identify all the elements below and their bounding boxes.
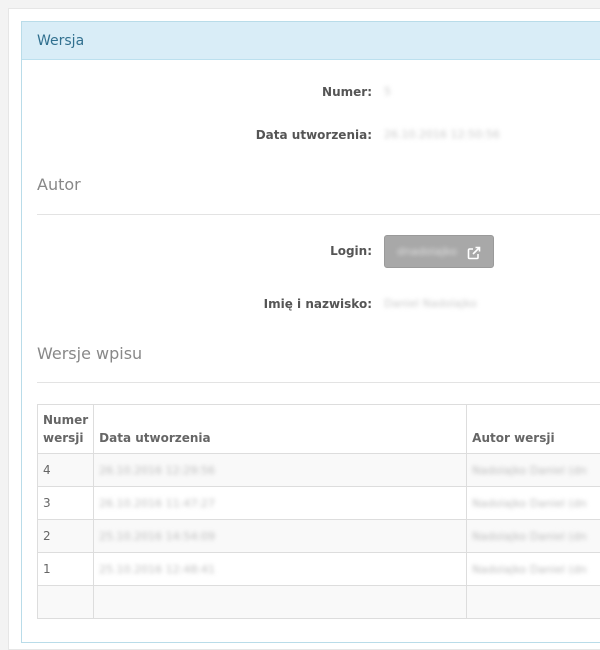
version-panel: Wersja Numer: 5 Data utworzenia: 26.10.2… (21, 21, 600, 643)
row-created-date (94, 586, 467, 619)
fullname-value: Daniel Nadolajko (384, 294, 477, 314)
header-created-date[interactable]: Data utworzenia (94, 405, 467, 454)
login-button[interactable]: dnadolajko (384, 235, 494, 268)
versions-table: Numer wersji Data utworzenia Autor wersj… (37, 404, 600, 619)
row-version-number: 2 (38, 520, 94, 553)
row-author: Nadolajko Daniel (dn (467, 553, 600, 586)
table-row[interactable]: 4 26.10.2016 12:29:56 Nadolajko Daniel (… (38, 454, 600, 487)
external-link-icon (467, 245, 481, 259)
table-row[interactable]: 3 26.10.2016 11:47:27 Nadolajko Daniel (… (38, 487, 600, 520)
row-author: Nadolajko Daniel (dn (467, 454, 600, 487)
table-header-row: Numer wersji Data utworzenia Autor wersj… (38, 405, 600, 454)
row-author: Nadolajko Daniel (dn (467, 487, 600, 520)
table-row[interactable]: 1 25.10.2016 12:48:41 Nadolajko Daniel (… (38, 553, 600, 586)
created-date-label: Data utworzenia: (256, 125, 372, 145)
login-row: Login: (22, 241, 600, 261)
table-row[interactable]: 2 25.10.2016 14:54:09 Nadolajko Daniel (… (38, 520, 600, 553)
panel-title: Wersja (22, 22, 600, 60)
row-author: Nadolajko Daniel (dn (467, 520, 600, 553)
entry-versions-divider (37, 382, 600, 383)
entry-versions-section-title: Wersje wpisu (37, 344, 142, 363)
version-number-row: Numer: 5 (22, 82, 600, 102)
table-row[interactable] (38, 586, 600, 619)
row-created-date: 25.10.2016 14:54:09 (94, 520, 467, 553)
row-version-number: 3 (38, 487, 94, 520)
row-created-date: 26.10.2016 12:29:56 (94, 454, 467, 487)
author-section-title: Autor (37, 175, 81, 194)
login-label: Login: (330, 241, 372, 261)
login-button-text: dnadolajko (397, 245, 457, 258)
created-date-value: 26.10.2016 12:50:56 (384, 125, 500, 145)
row-created-date: 25.10.2016 12:48:41 (94, 553, 467, 586)
author-divider (37, 214, 600, 215)
fullname-row: Imię i nazwisko: Daniel Nadolajko (22, 294, 600, 314)
row-created-date: 26.10.2016 11:47:27 (94, 487, 467, 520)
row-version-number (38, 586, 94, 619)
row-version-number: 1 (38, 553, 94, 586)
version-number-value: 5 (384, 82, 391, 102)
row-version-number: 4 (38, 454, 94, 487)
row-author (467, 586, 600, 619)
header-version-number[interactable]: Numer wersji (38, 405, 94, 454)
version-number-label: Numer: (322, 82, 372, 102)
header-version-author[interactable]: Autor wersji (467, 405, 600, 454)
created-date-row: Data utworzenia: 26.10.2016 12:50:56 (22, 125, 600, 145)
fullname-label: Imię i nazwisko: (264, 294, 372, 314)
